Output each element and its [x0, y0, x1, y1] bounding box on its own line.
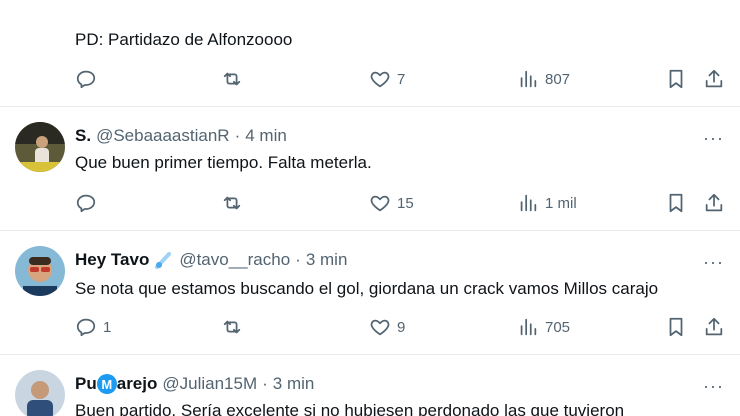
display-name[interactable]: Pu M arejo	[75, 374, 157, 394]
display-name[interactable]: S.	[75, 126, 91, 146]
views-icon	[520, 194, 537, 212]
separator: ·	[262, 374, 268, 393]
bookmark-button[interactable]	[665, 68, 687, 90]
display-name-suffix: arejo	[116, 374, 158, 393]
avatar-image	[15, 122, 65, 172]
view-count: 705	[545, 318, 571, 336]
like-count: 7	[397, 70, 406, 88]
bookmark-button[interactable]	[665, 192, 687, 214]
bookmark-icon	[669, 193, 683, 213]
retweet-button[interactable]	[221, 68, 249, 90]
views-icon	[520, 318, 537, 336]
comet-emoji-icon	[155, 252, 172, 269]
heart-icon	[370, 71, 390, 88]
tweet-actions: 7 807	[75, 68, 725, 92]
bookmark-button[interactable]	[665, 316, 687, 338]
timestamp[interactable]: 4 min	[245, 126, 287, 146]
like-button[interactable]: 15	[369, 192, 414, 214]
like-button[interactable]: 9	[369, 316, 405, 338]
views-button[interactable]: 705	[517, 316, 570, 338]
tweet-3[interactable]: Pu M arejo @Julian15M · 3 min ··· Buen p…	[0, 355, 740, 416]
display-name-prefix: Pu	[75, 374, 97, 393]
heart-icon	[370, 319, 390, 336]
tweet-header: S. @SebaaaastianR · 4 min	[75, 126, 287, 146]
tweet-actions: 1 9 705	[75, 316, 725, 340]
heart-icon	[370, 195, 390, 212]
separator: ·	[234, 126, 241, 145]
share-icon	[705, 193, 723, 212]
share-button[interactable]	[703, 316, 725, 338]
reply-button[interactable]	[75, 192, 103, 214]
tweet-text: Que buen primer tiempo. Falta meterla.	[75, 153, 372, 172]
avatar-image	[15, 246, 65, 296]
tweet-0[interactable]: PD: Partidazo de Alfonzoooo 7 807	[0, 0, 740, 107]
share-icon	[705, 317, 723, 336]
display-name[interactable]: Hey Tavo	[75, 250, 149, 270]
username[interactable]: @Julian15M	[162, 374, 257, 394]
retweet-button[interactable]	[221, 316, 249, 338]
like-count: 9	[397, 318, 406, 336]
views-button[interactable]: 1 mil	[517, 192, 577, 214]
avatar[interactable]	[15, 246, 65, 296]
avatar[interactable]	[15, 370, 65, 416]
tweet-text: Se nota que estamos buscando el gol, gio…	[75, 279, 659, 298]
more-options-button[interactable]: ···	[703, 377, 724, 395]
share-button[interactable]	[703, 192, 725, 214]
retweet-button[interactable]	[221, 192, 249, 214]
reply-icon	[76, 70, 96, 89]
tweet-actions: 15 1 mil	[75, 192, 725, 216]
tweet-text: PD: Partidazo de Alfonzoooo	[75, 30, 293, 49]
like-button[interactable]: 7	[369, 68, 405, 90]
retweet-icon	[223, 320, 241, 334]
share-icon	[705, 69, 723, 88]
tweet-1[interactable]: S. @SebaaaastianR · 4 min ··· Que buen p…	[0, 107, 740, 231]
timestamp[interactable]: 3 min	[306, 250, 348, 270]
more-options-button[interactable]: ···	[703, 253, 724, 271]
username[interactable]: @SebaaaastianR	[96, 126, 230, 146]
more-options-button[interactable]: ···	[703, 129, 724, 147]
bookmark-icon	[669, 317, 683, 337]
reply-button[interactable]	[75, 68, 103, 90]
retweet-icon	[223, 196, 241, 210]
reply-count: 1	[103, 318, 112, 336]
views-button[interactable]: 807	[517, 68, 570, 90]
retweet-icon	[223, 72, 241, 86]
tweet-header: Pu M arejo @Julian15M · 3 min	[75, 374, 314, 394]
avatar[interactable]	[15, 122, 65, 172]
view-count: 1 mil	[545, 194, 577, 212]
m-badge-icon: M	[96, 374, 117, 394]
views-icon	[520, 70, 537, 88]
bookmark-icon	[669, 69, 683, 89]
tweet-text: Buen partido. Sería excelente si no hubi…	[75, 401, 625, 416]
timestamp[interactable]: 3 min	[273, 374, 315, 394]
reply-button[interactable]: 1	[75, 316, 111, 338]
like-count: 15	[397, 194, 414, 212]
view-count: 807	[545, 70, 571, 88]
tweet-header: Hey Tavo @tavo__racho · 3 min	[75, 250, 347, 270]
reply-icon	[76, 318, 96, 337]
avatar-image	[15, 370, 65, 416]
separator: ·	[295, 250, 301, 269]
tweet-2[interactable]: Hey Tavo @tavo__racho · 3 min ··· Se not…	[0, 231, 740, 355]
reply-icon	[76, 194, 96, 213]
username[interactable]: @tavo__racho	[179, 250, 290, 270]
share-button[interactable]	[703, 68, 725, 90]
